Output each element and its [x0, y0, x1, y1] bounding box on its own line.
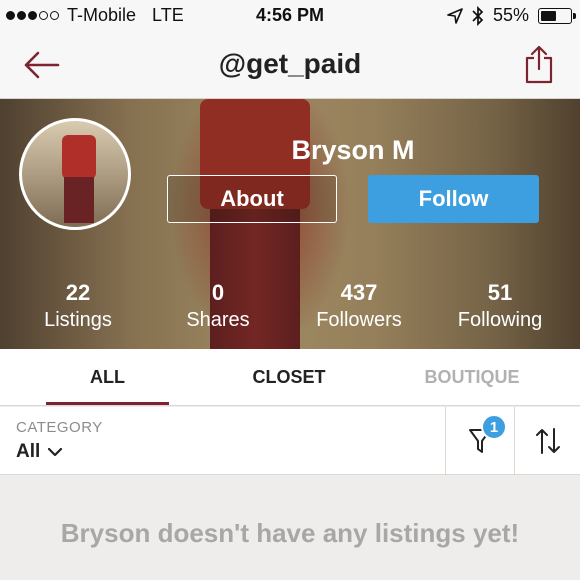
page-title: @get_paid — [218, 48, 362, 79]
bluetooth-icon — [472, 5, 484, 26]
stat-followers[interactable]: 437 Followers — [289, 281, 429, 335]
battery-icon — [538, 7, 576, 24]
avatar[interactable] — [19, 118, 131, 230]
battery-fill — [541, 10, 557, 21]
profile-header: Bryson M About Follow 22 Listings 0 Shar… — [0, 99, 580, 349]
filter-count-badge: 1 — [481, 414, 507, 440]
stat-value: 437 — [340, 280, 378, 305]
active-tab-indicator — [46, 402, 169, 405]
sort-arrows-icon — [535, 428, 560, 454]
share-icon[interactable] — [524, 44, 554, 84]
tab-boutique[interactable]: BOUTIQUE — [410, 349, 534, 406]
stat-label: Shares — [186, 309, 250, 331]
empty-state-message: Bryson doesn't have any listings yet! — [60, 518, 520, 548]
follow-button[interactable]: Follow — [368, 175, 539, 223]
profile-name: Bryson M — [291, 135, 415, 165]
stat-listings[interactable]: 22 Listings — [8, 281, 148, 335]
stat-label: Followers — [316, 309, 402, 331]
navigation-bar: @get_paid — [0, 32, 580, 99]
closet-tabs: ALL CLOSET BOUTIQUE — [0, 349, 580, 406]
chevron-down-icon — [48, 447, 63, 456]
carrier-name: T-Mobile — [67, 5, 137, 25]
stat-value: 0 — [211, 280, 225, 305]
stat-label: Listings — [44, 309, 112, 331]
closet-screen: T-Mobile LTE 4:56 PM 55% @get_paid Bryso… — [0, 0, 580, 580]
status-right: 55% — [447, 5, 576, 26]
signal-strength-icon — [6, 11, 59, 20]
stat-following[interactable]: 51 Following — [430, 281, 570, 335]
network-type: LTE — [152, 5, 184, 25]
location-arrow-icon — [447, 7, 463, 24]
about-button[interactable]: About — [167, 175, 337, 223]
category-dropdown[interactable]: All — [16, 441, 63, 463]
battery-percent: 55% — [492, 5, 529, 25]
category-value: All — [16, 441, 41, 462]
tab-closet[interactable]: CLOSET — [228, 349, 350, 406]
profile-stats: 22 Listings 0 Shares 437 Followers 51 Fo… — [0, 281, 580, 337]
tab-all[interactable]: ALL — [46, 349, 169, 406]
stat-label: Following — [457, 309, 543, 331]
filter-button[interactable] — [446, 407, 514, 475]
stat-shares[interactable]: 0 Shares — [148, 281, 288, 335]
status-left: T-Mobile LTE — [6, 5, 184, 26]
stat-value: 51 — [487, 280, 513, 305]
sort-button[interactable] — [515, 407, 580, 475]
stat-value: 22 — [65, 280, 91, 305]
status-bar: T-Mobile LTE 4:56 PM 55% — [0, 0, 580, 32]
category-label: CATEGORY — [16, 419, 103, 436]
